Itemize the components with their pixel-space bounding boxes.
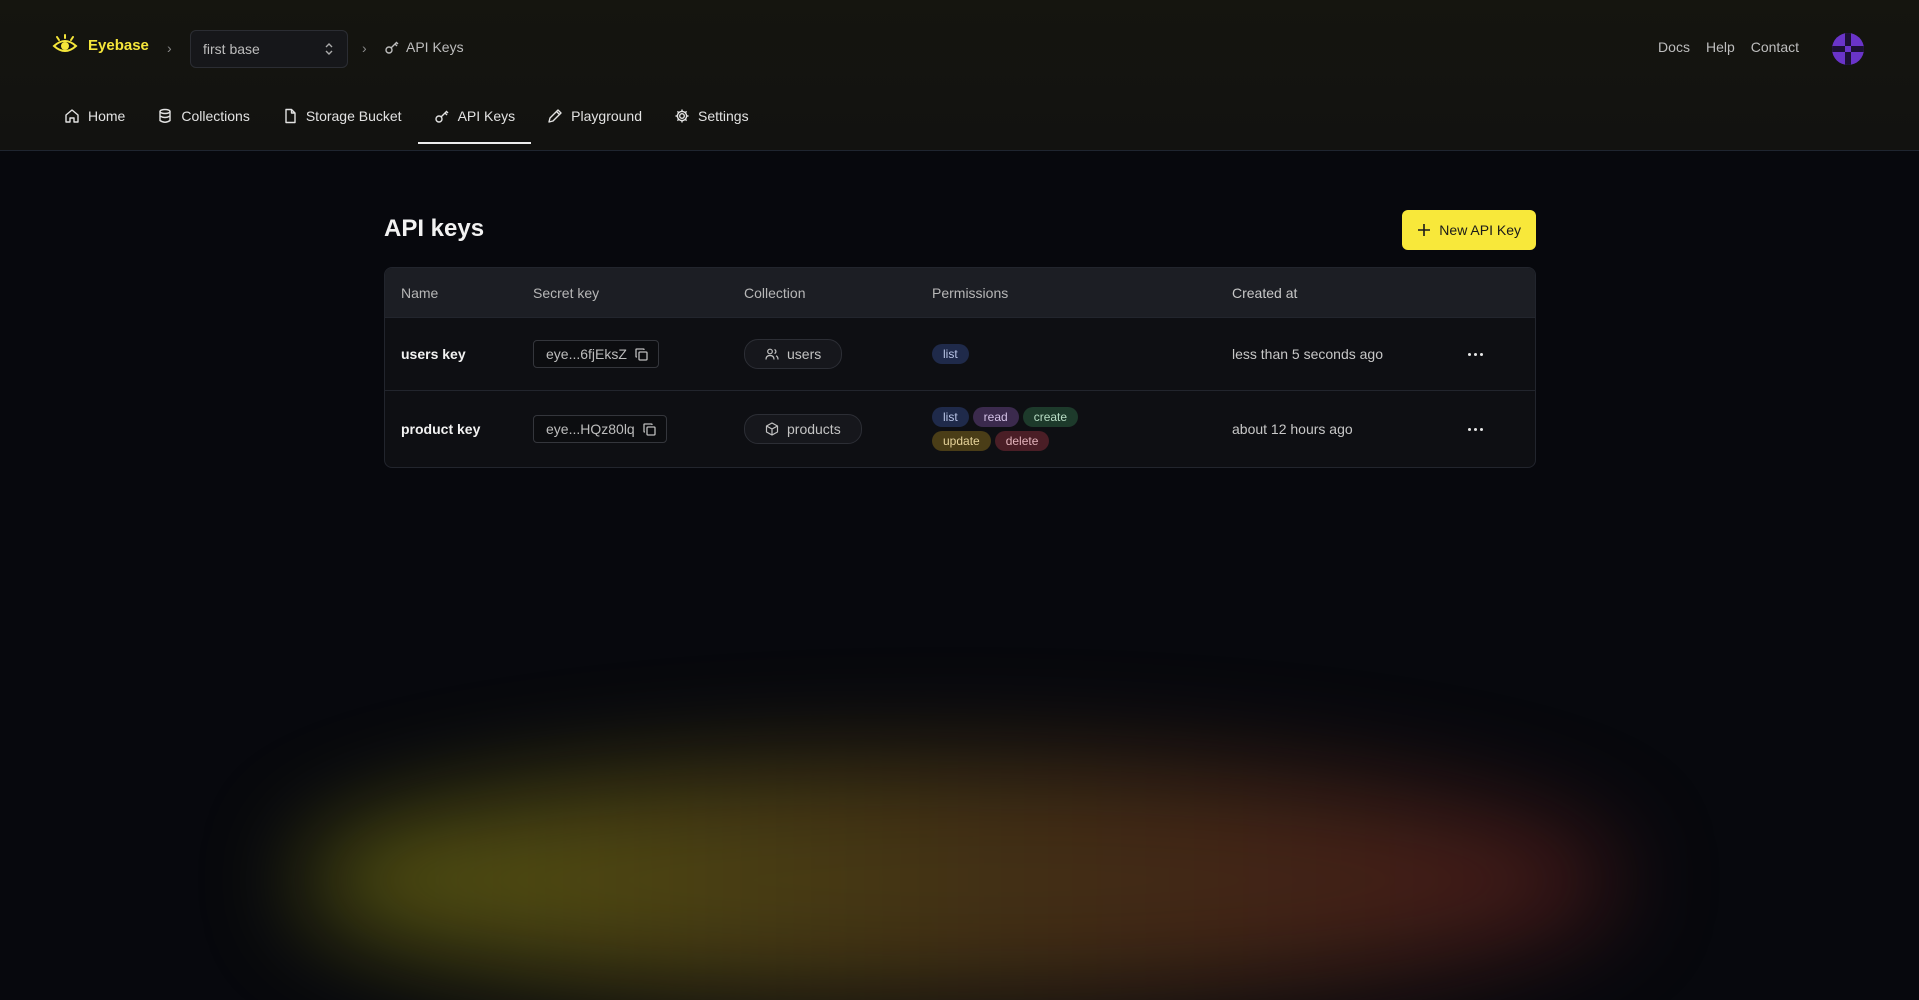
permission-badge-delete: delete <box>994 431 1050 451</box>
collection-pill[interactable]: users <box>744 339 843 369</box>
copy-icon[interactable] <box>643 422 656 436</box>
new-api-key-button[interactable]: New API Key <box>1402 210 1536 250</box>
key-name: users key <box>401 346 466 362</box>
more-actions-icon[interactable] <box>1468 352 1535 356</box>
key-icon <box>434 110 449 123</box>
table-row: product key eye...HQz80lq products list … <box>385 390 1535 467</box>
permissions-list: list read create update delete <box>932 407 1132 451</box>
file-icon <box>285 108 296 124</box>
secret-key-field[interactable]: eye...HQz80lq <box>533 415 667 443</box>
page-title: API keys <box>384 215 485 242</box>
tab-label: Collections <box>181 108 250 124</box>
breadcrumb-current-page[interactable]: API Keys <box>384 39 464 55</box>
tab-collections[interactable]: Collections <box>141 94 265 138</box>
column-header-permissions: Permissions <box>932 284 1009 301</box>
column-header-created-at: Created at <box>1232 284 1298 301</box>
table-header: Name Secret key Collection Permissions C… <box>385 268 1535 317</box>
permissions-list: list <box>932 344 1132 364</box>
created-at: less than 5 seconds ago <box>1232 346 1383 362</box>
tab-label: Storage Bucket <box>305 108 402 124</box>
tab-settings[interactable]: Settings <box>658 94 765 138</box>
tab-label: API Keys <box>457 108 516 124</box>
avatar[interactable] <box>1832 33 1864 65</box>
help-link[interactable]: Help <box>1706 39 1735 55</box>
tab-home[interactable]: Home <box>48 94 141 138</box>
collection-pill[interactable]: products <box>744 414 862 444</box>
plus-icon <box>1418 224 1431 236</box>
database-icon <box>159 108 172 123</box>
docs-link[interactable]: Docs <box>1658 39 1690 55</box>
gear-icon <box>675 109 689 123</box>
main-nav-tabs: Home Collections Storage Bucket API Keys <box>48 100 765 150</box>
background-glow <box>300 760 1620 1000</box>
table-row: users key eye...6fjEksZ users list less … <box>385 317 1535 390</box>
home-icon <box>65 109 79 123</box>
column-header-collection: Collection <box>744 284 806 301</box>
permission-badge-list: list <box>932 344 969 364</box>
chevron-right-icon: › <box>362 40 367 56</box>
tab-playground[interactable]: Playground <box>531 94 658 138</box>
new-api-key-label: New API Key <box>1439 222 1521 238</box>
brand-logo[interactable]: Eyebase <box>52 34 149 56</box>
created-at: about 12 hours ago <box>1232 421 1353 437</box>
permission-badge-update: update <box>932 431 991 451</box>
breadcrumb-page-label: API Keys <box>406 39 464 55</box>
tab-label: Playground <box>571 108 642 124</box>
tab-label: Home <box>88 108 126 124</box>
api-keys-table: Name Secret key Collection Permissions C… <box>384 267 1536 468</box>
more-actions-icon[interactable] <box>1468 427 1535 431</box>
key-name: product key <box>401 421 481 437</box>
key-icon <box>385 41 399 54</box>
users-icon <box>765 348 779 360</box>
top-bar: Eyebase › first base › API Keys Docs Hel… <box>0 0 1919 151</box>
cube-icon <box>765 422 779 436</box>
collection-name: products <box>787 421 841 437</box>
eye-logo-icon <box>52 34 78 52</box>
pencil-icon <box>548 109 562 123</box>
secret-key-value: eye...6fjEksZ <box>546 346 627 362</box>
tab-storage-bucket[interactable]: Storage Bucket <box>266 94 418 138</box>
tab-api-keys[interactable]: API Keys <box>417 94 532 144</box>
permission-badge-create: create <box>1022 407 1079 427</box>
project-select-value: first base <box>203 41 260 57</box>
secret-key-field[interactable]: eye...6fjEksZ <box>533 340 659 368</box>
collection-name: users <box>787 346 822 362</box>
permission-badge-list: list <box>932 407 969 427</box>
brand-name: Eyebase <box>88 36 149 54</box>
chevron-right-icon: › <box>167 40 172 56</box>
top-links: Docs Help Contact <box>1658 39 1799 55</box>
copy-icon[interactable] <box>635 347 648 361</box>
column-header-secret-key: Secret key <box>533 284 600 301</box>
project-select[interactable]: first base <box>190 30 348 68</box>
chevron-up-down-icon <box>325 43 333 55</box>
column-header-name: Name <box>401 284 439 301</box>
secret-key-value: eye...HQz80lq <box>546 421 635 437</box>
permission-badge-read: read <box>972 407 1019 427</box>
contact-link[interactable]: Contact <box>1751 39 1799 55</box>
tab-label: Settings <box>698 108 749 124</box>
